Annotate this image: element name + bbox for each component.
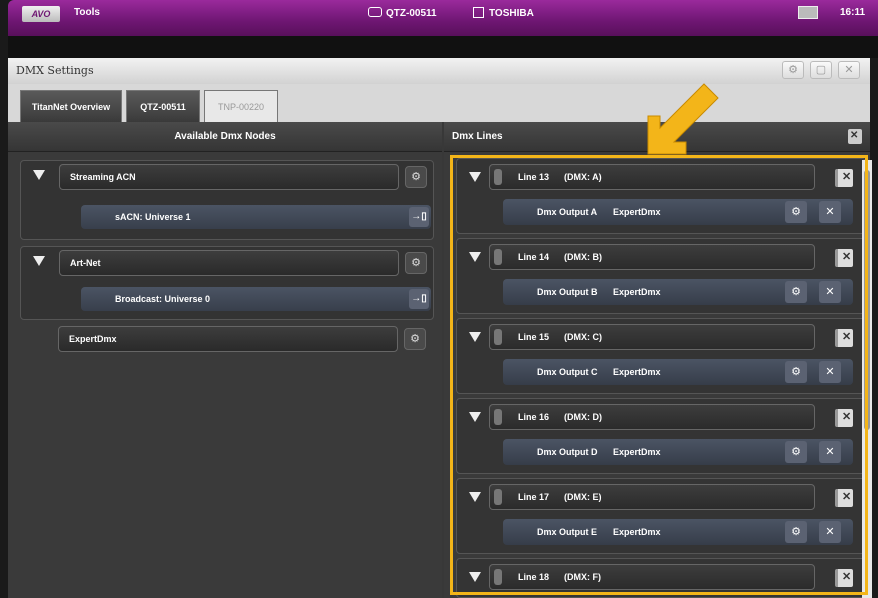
tools-menu[interactable]: Tools — [74, 7, 100, 18]
expand-triangle-icon[interactable] — [33, 256, 45, 266]
tab-strip: TitanNet Overview QTZ-00511 TNP-00220 — [8, 84, 870, 122]
available-dmx-nodes-header: Available Dmx Nodes — [8, 122, 442, 152]
keyboard-icon[interactable] — [798, 6, 818, 19]
window-settings-button[interactable]: ⚙ — [782, 61, 804, 79]
window-title: DMX Settings — [16, 64, 94, 77]
node-group-art-net: Art-Net ⚙ Broadcast: Universe 0 →▯ — [20, 246, 434, 320]
console-icon — [368, 7, 382, 17]
gear-icon[interactable]: ⚙ — [405, 252, 427, 274]
tab-titannet-overview[interactable]: TitanNet Overview — [20, 90, 122, 122]
node-name-art-net[interactable]: Art-Net — [59, 250, 399, 276]
avolites-logo: AVO — [22, 6, 60, 22]
console-id-label: QTZ-00511 — [386, 8, 437, 19]
computer-icon — [473, 7, 484, 18]
window-restore-button[interactable]: ▢ — [810, 61, 832, 79]
node-group-streaming-acn: Streaming ACN ⚙ sACN: Universe 1 →▯ — [20, 160, 434, 240]
tab-qtz-00511[interactable]: QTZ-00511 — [126, 90, 200, 122]
highlight-box — [450, 155, 868, 595]
clock: 16:11 — [840, 7, 866, 18]
window-close-button[interactable]: ✕ — [838, 61, 860, 79]
dmx-lines-title: Dmx Lines — [452, 131, 503, 142]
patch-icon[interactable]: →▯ — [409, 207, 429, 227]
annotation-arrow-icon — [647, 83, 719, 155]
universe-label: sACN: Universe 1 — [115, 212, 191, 222]
universe-broadcast-0[interactable]: Broadcast: Universe 0 →▯ — [81, 287, 431, 311]
computer-name[interactable]: TOSHIBA — [473, 7, 534, 19]
expand-triangle-icon[interactable] — [33, 170, 45, 180]
gear-icon[interactable]: ⚙ — [405, 166, 427, 188]
toolbar-band — [8, 36, 878, 58]
window-titlebar: DMX Settings ⚙ ▢ ✕ — [8, 58, 870, 84]
patch-icon[interactable]: →▯ — [409, 289, 429, 309]
node-name-expertdmx[interactable]: ExpertDmx — [58, 326, 398, 352]
top-bar: AVO Tools QTZ-00511 TOSHIBA 16:11 — [8, 0, 878, 36]
node-name-streaming-acn[interactable]: Streaming ACN — [59, 164, 399, 190]
node-group-expertdmx: ExpertDmx ⚙ — [20, 324, 434, 358]
available-dmx-nodes-panel: Available Dmx Nodes Streaming ACN ⚙ sACN… — [8, 122, 442, 598]
computer-name-label: TOSHIBA — [489, 8, 534, 19]
remove-all-lines-button[interactable] — [848, 121, 862, 151]
universe-sacn-1[interactable]: sACN: Universe 1 →▯ — [81, 205, 431, 229]
universe-label: Broadcast: Universe 0 — [115, 294, 211, 304]
tab-tnp-00220[interactable]: TNP-00220 — [204, 90, 278, 122]
gear-icon[interactable]: ⚙ — [404, 328, 426, 350]
console-id[interactable]: QTZ-00511 — [368, 7, 437, 19]
